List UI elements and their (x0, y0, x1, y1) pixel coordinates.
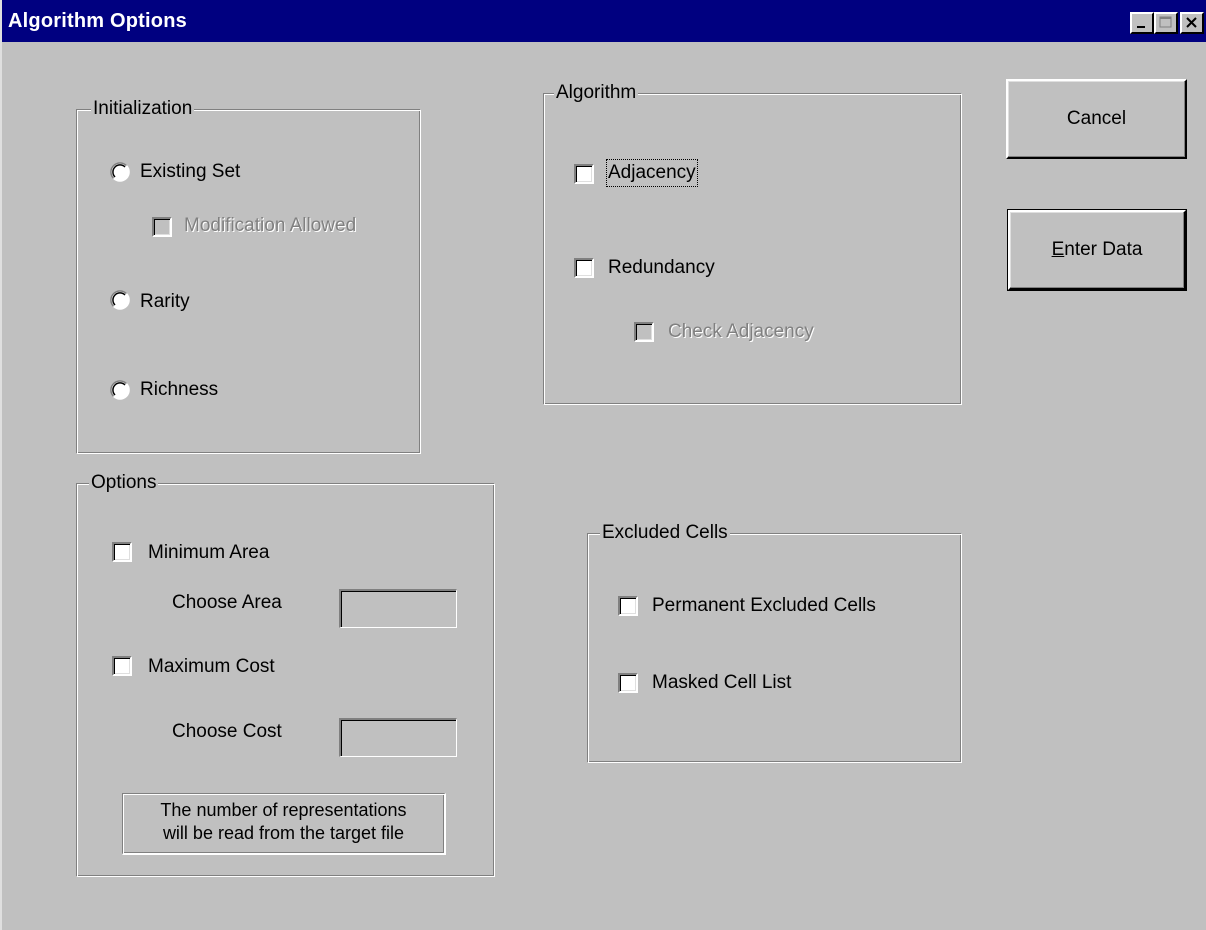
masked-cell-list-label[interactable]: Masked Cell List (652, 671, 791, 695)
modification-allowed-label: Modification Allowed (184, 215, 357, 236)
cancel-button-label: Cancel (1066, 108, 1127, 129)
maximize-icon (1159, 16, 1172, 28)
algorithm-options-window: Algorithm Options Initialization Existin… (0, 0, 1206, 930)
check-adjacency-label: Check Adjacency (668, 321, 814, 342)
minimize-icon (1137, 26, 1145, 28)
initialization-group-label: Initialization (91, 97, 195, 121)
redundancy-label[interactable]: Redundancy (608, 256, 715, 280)
existing-set-label[interactable]: Existing Set (140, 160, 240, 184)
excluded-cells-group-label: Excluded Cells (600, 521, 730, 545)
richness-radio[interactable] (110, 380, 130, 400)
richness-label[interactable]: Richness (140, 378, 218, 402)
algorithm-group-label: Algorithm (554, 81, 639, 105)
window-title: Algorithm Options (8, 10, 187, 32)
enter-data-button-label: Enter Data (1051, 239, 1143, 260)
redundancy-checkbox[interactable] (574, 258, 594, 278)
minimize-button[interactable] (1130, 12, 1154, 34)
algorithm-group: Algorithm (543, 81, 962, 405)
minimum-area-label[interactable]: Minimum Area (148, 541, 269, 565)
permanent-excluded-cells-label[interactable]: Permanent Excluded Cells (652, 594, 876, 618)
rarity-radio[interactable] (110, 290, 130, 310)
minimum-area-checkbox[interactable] (112, 542, 132, 562)
close-icon (1186, 17, 1197, 28)
masked-cell-list-checkbox[interactable] (618, 673, 638, 693)
choose-area-label: Choose Area (172, 592, 282, 613)
representations-note: The number of representations will be re… (122, 793, 446, 855)
choose-cost-label: Choose Cost (172, 721, 282, 742)
modification-allowed-checkbox[interactable] (152, 217, 172, 237)
enter-data-button[interactable]: Enter Data (1007, 209, 1187, 291)
maximize-button[interactable] (1154, 12, 1178, 34)
check-adjacency-checkbox[interactable] (634, 322, 654, 342)
maximum-cost-label[interactable]: Maximum Cost (148, 655, 275, 679)
adjacency-label[interactable]: Adjacency (606, 159, 698, 187)
cancel-button[interactable]: Cancel (1006, 79, 1187, 159)
note-line-2: will be read from the target file (162, 823, 405, 843)
initialization-group: Initialization (76, 97, 421, 454)
permanent-excluded-cells-checkbox[interactable] (618, 596, 638, 616)
choose-cost-input[interactable] (339, 718, 457, 757)
title-bar[interactable]: Algorithm Options (2, 0, 1206, 42)
rarity-label[interactable]: Rarity (140, 290, 190, 314)
adjacency-checkbox[interactable] (574, 164, 594, 184)
maximum-cost-checkbox[interactable] (112, 656, 132, 676)
choose-area-input[interactable] (339, 589, 457, 628)
close-button[interactable] (1180, 12, 1204, 34)
excluded-cells-group: Excluded Cells (587, 521, 962, 763)
note-line-1: The number of representations (160, 800, 407, 820)
existing-set-radio[interactable] (110, 162, 130, 182)
options-group-label: Options (89, 471, 159, 495)
